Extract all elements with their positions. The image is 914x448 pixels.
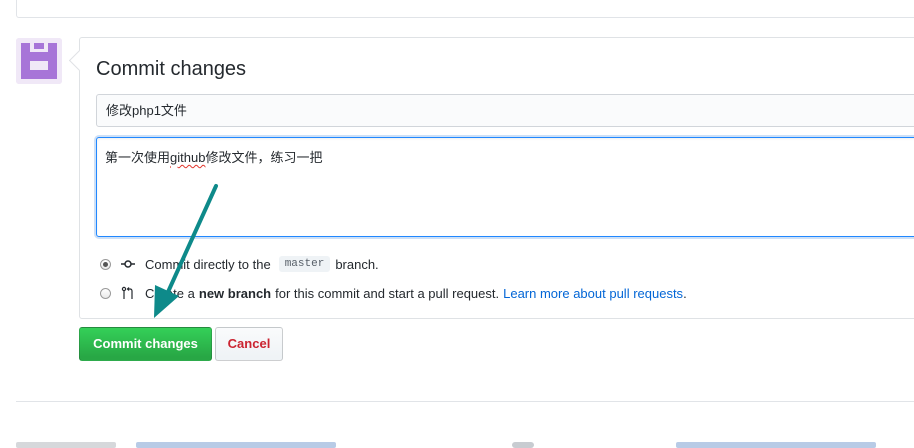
description-text-spellcheck: github	[170, 150, 206, 165]
new-branch-bold-text: new branch	[198, 285, 272, 301]
commit-direct-option[interactable]: Commit directly to the master branch.	[100, 255, 379, 273]
footer-divider	[16, 401, 914, 402]
commit-changes-button[interactable]: Commit changes	[79, 327, 212, 361]
cancel-button[interactable]: Cancel	[215, 327, 283, 361]
new-branch-option[interactable]: Create a new branch for this commit and …	[100, 284, 687, 302]
git-pull-request-icon	[121, 286, 133, 299]
footer-cropped	[16, 440, 914, 448]
commit-description-textarea[interactable]: 第一次使用github修改文件，练习一把	[96, 137, 914, 237]
new-branch-radio[interactable]	[100, 287, 111, 299]
commit-direct-radio[interactable]	[100, 258, 111, 270]
new-branch-text-before: Create a	[145, 285, 195, 301]
commit-direct-text: Commit directly to the	[145, 256, 271, 272]
description-text-prefix: 第一次使用	[105, 150, 171, 165]
identicon-icon	[16, 38, 62, 84]
branch-name-badge: master	[278, 256, 331, 272]
commit-direct-text-after: branch.	[335, 256, 379, 272]
user-avatar[interactable]	[16, 38, 62, 84]
new-branch-text-after: for this commit and start a pull request…	[275, 285, 500, 301]
previous-panel-edge	[16, 0, 914, 18]
period: .	[683, 285, 687, 301]
commit-summary-input[interactable]: 修改php1文件	[96, 94, 914, 127]
description-text-suffix: 修改文件，练习一把	[205, 150, 323, 165]
commit-page: Commit changes 修改php1文件 第一次使用github修改文件，…	[0, 0, 914, 448]
git-commit-icon	[121, 260, 135, 268]
commit-form-title: Commit changes	[96, 58, 247, 80]
learn-more-pull-requests-link[interactable]: Learn more about pull requests	[503, 286, 683, 301]
